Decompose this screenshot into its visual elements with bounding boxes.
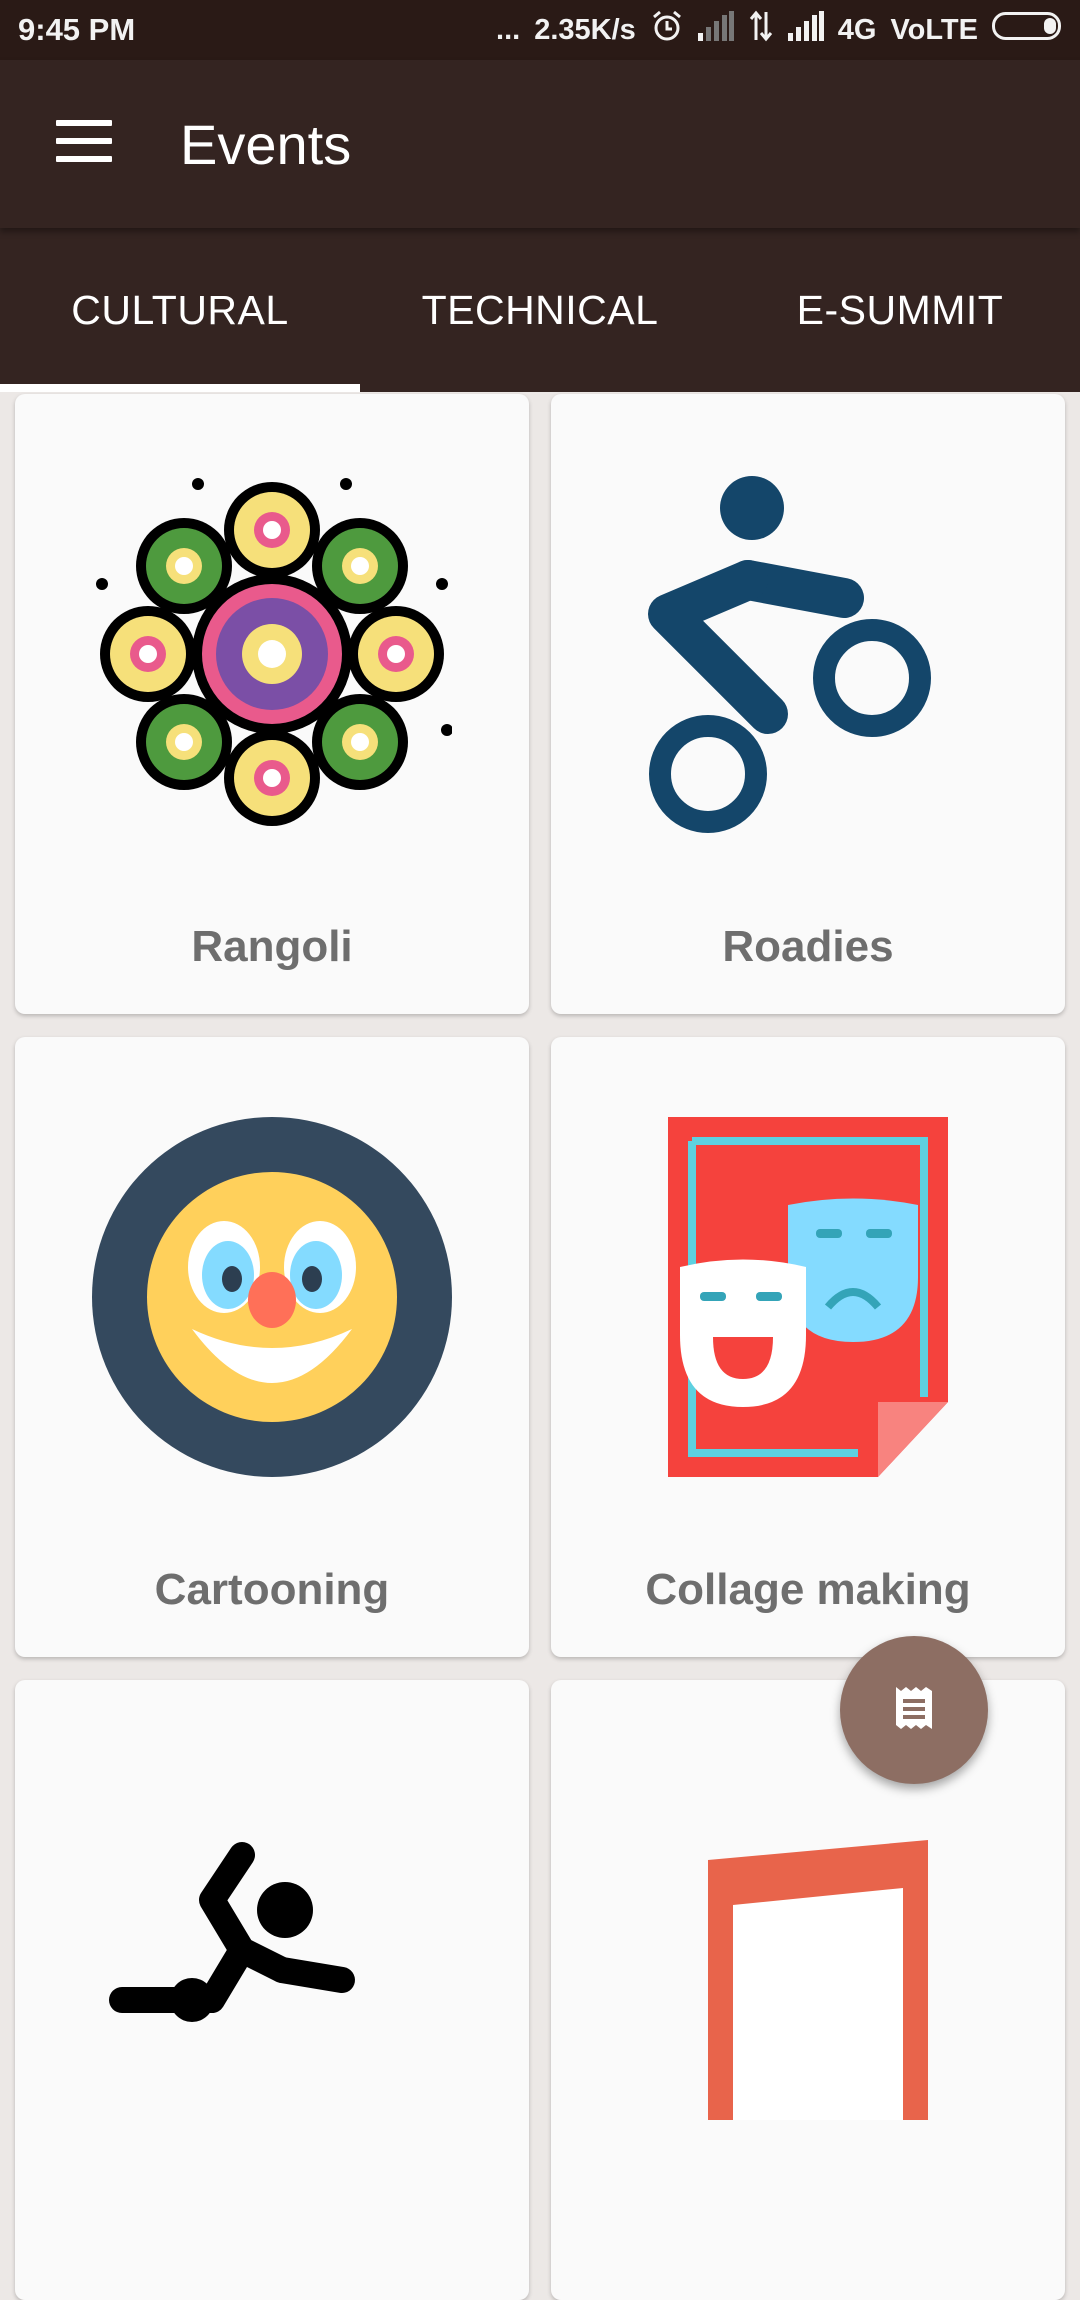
- tab-technical[interactable]: TECHNICAL: [360, 228, 720, 392]
- event-card-roadies[interactable]: Roadies: [551, 394, 1065, 1014]
- alarm-icon: [650, 9, 684, 51]
- network-type: 4G: [837, 13, 877, 46]
- clown-face-icon: [92, 1117, 452, 1477]
- event-card-dance[interactable]: [15, 1680, 529, 2300]
- event-label: Cartooning: [154, 1565, 390, 1614]
- tab-e-summit[interactable]: E-SUMMIT: [720, 228, 1080, 392]
- signal-icon: [787, 11, 824, 49]
- rangoli-icon: [92, 474, 453, 834]
- event-card-collage-making[interactable]: Collage making: [551, 1037, 1065, 1657]
- data-arrows-icon: [748, 10, 774, 50]
- cyclist-icon: [628, 474, 988, 834]
- receipt-icon: [892, 1685, 936, 1736]
- selected-tab-indicator: [0, 384, 360, 392]
- volte-label: VoLTE: [890, 13, 978, 46]
- tab-bar: CULTURAL TECHNICAL E-SUMMIT: [0, 228, 1080, 392]
- music-note-icon: [628, 1760, 988, 2120]
- event-card-cartooning[interactable]: Cartooning: [15, 1037, 529, 1657]
- status-time: 9:45 PM: [18, 12, 136, 47]
- more-dots: ...: [496, 13, 521, 46]
- event-card-rangoli[interactable]: Rangoli: [15, 394, 529, 1014]
- hamburger-menu-icon[interactable]: [44, 116, 116, 172]
- event-card-music[interactable]: [551, 1680, 1065, 2300]
- network-speed: 2.35K/s: [534, 13, 636, 46]
- battery-icon: [992, 12, 1064, 48]
- dancer-icon: [92, 1760, 452, 2120]
- event-label: Collage making: [645, 1565, 971, 1614]
- receipt-fab-button[interactable]: [840, 1636, 988, 1784]
- app-bar: Events: [0, 60, 1080, 228]
- page-title: Events: [180, 113, 352, 176]
- tab-cultural[interactable]: CULTURAL: [0, 228, 360, 392]
- drama-masks-icon: [628, 1117, 988, 1477]
- event-label: Rangoli: [191, 922, 353, 971]
- status-bar: 9:45 PM ... 2.35K/s 4G VoLTE: [0, 0, 1080, 60]
- status-icons: ... 2.35K/s 4G VoLTE: [496, 10, 1064, 50]
- signal-icon: [697, 11, 734, 49]
- event-label: Roadies: [722, 922, 894, 971]
